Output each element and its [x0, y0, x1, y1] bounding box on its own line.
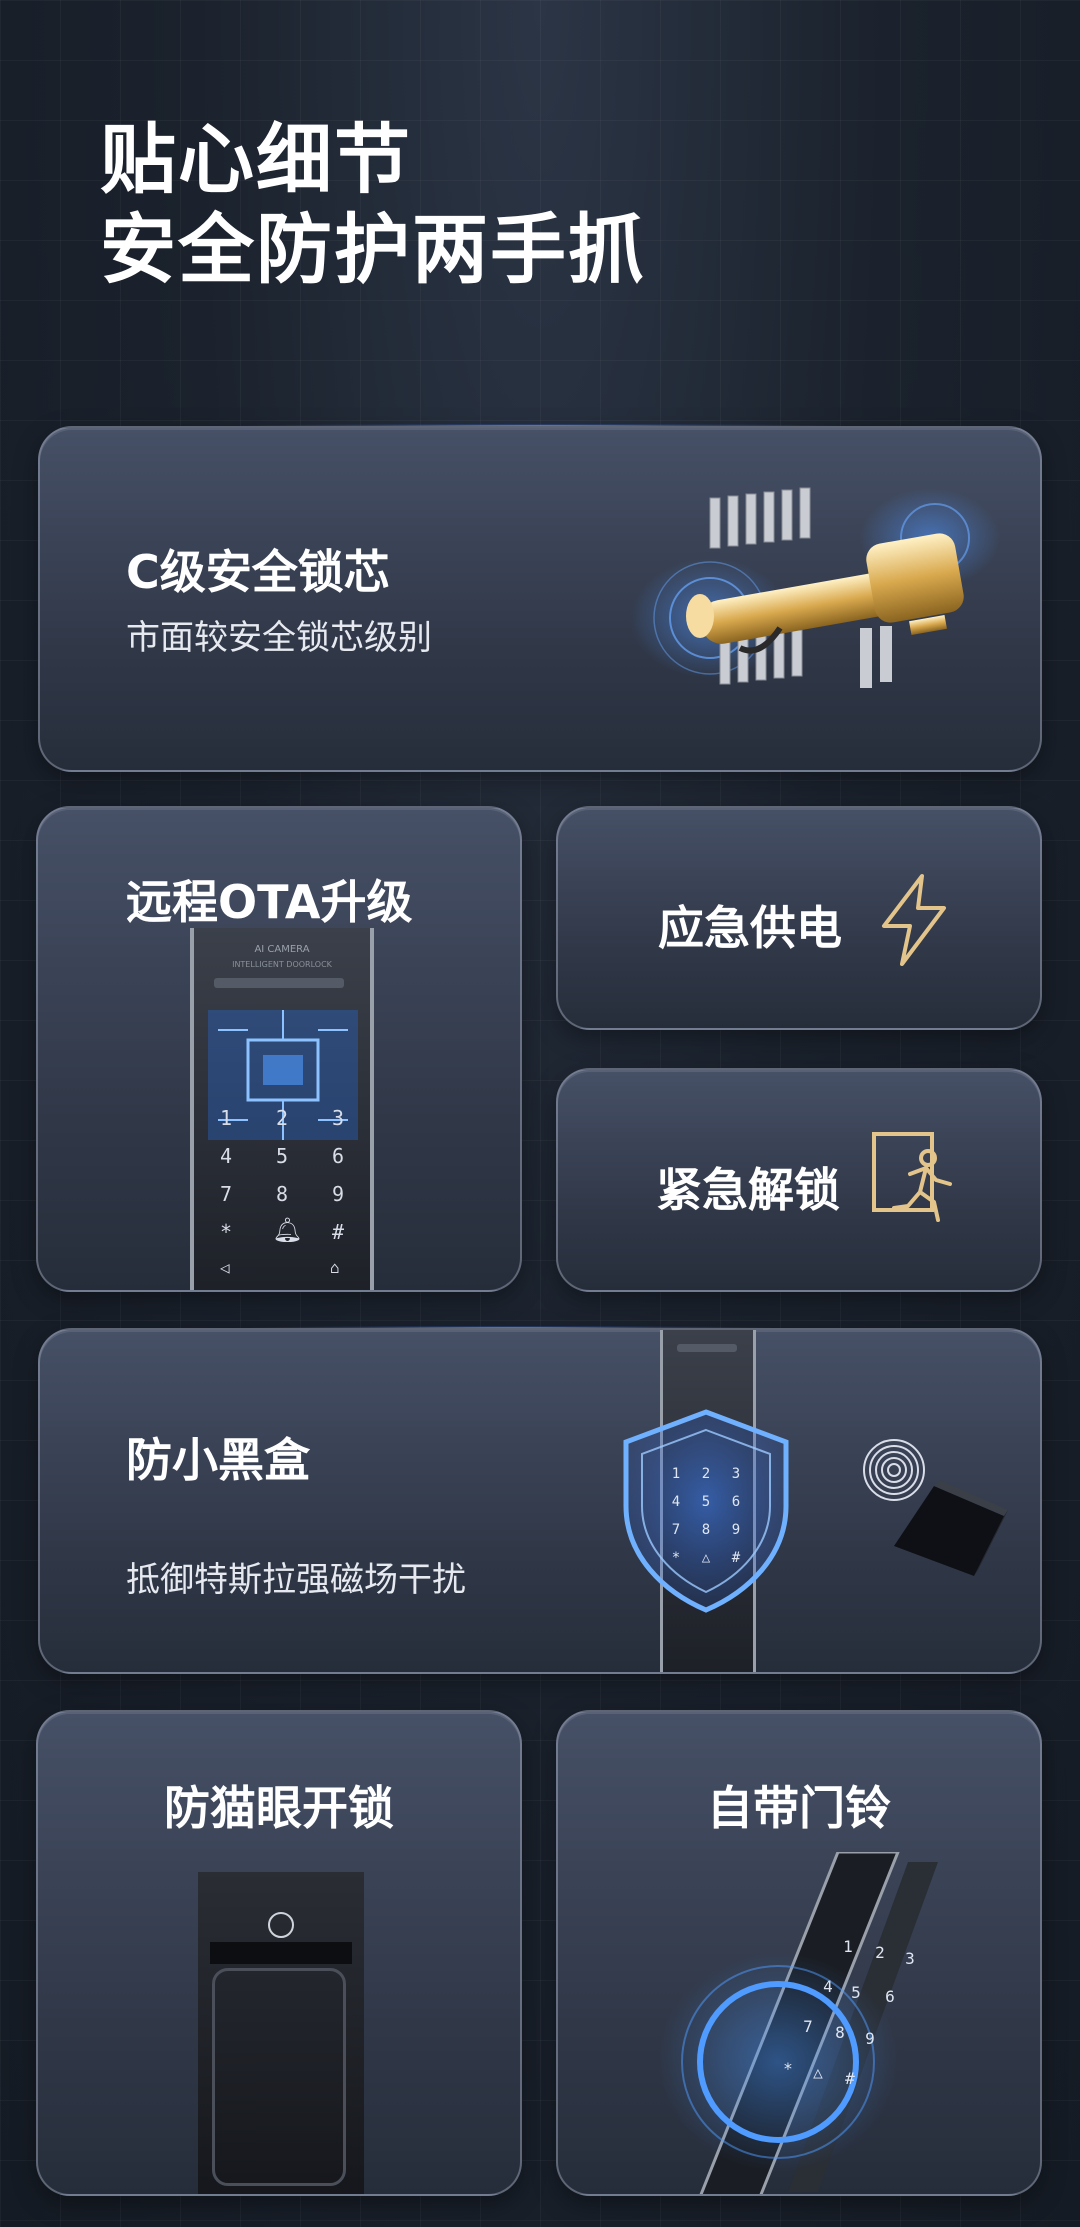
card-anti-peephole-title: 防猫眼开锁 — [164, 1781, 394, 1835]
keypad-key: 6 — [332, 1144, 345, 1168]
svg-text:△: △ — [813, 2063, 823, 2082]
svg-text:5: 5 — [851, 1983, 861, 2002]
svg-text:2: 2 — [702, 1466, 710, 1482]
svg-text:#: # — [845, 2069, 855, 2088]
svg-text:4: 4 — [672, 1494, 680, 1510]
card-emergency-power: 应急供电 — [556, 806, 1042, 1030]
brand-sub: INTELLIGENT DOORLOCK — [232, 960, 332, 969]
keypad-key: 3 — [332, 1106, 345, 1130]
keypad-key: 1 — [220, 1106, 233, 1130]
keypad-key: # — [332, 1220, 345, 1244]
doorbell-icon: 1 2 3 45 6 7 8 9 * △ # — [658, 1852, 938, 2194]
svg-text:7: 7 — [803, 2017, 813, 2036]
brand-text: AI CAMERA — [254, 944, 310, 955]
svg-text:1: 1 — [672, 1466, 680, 1482]
camera-strip — [214, 978, 344, 988]
keypad-key: 5 — [276, 1144, 289, 1168]
keypad-key: 4 — [220, 1144, 233, 1168]
peephole-icon — [268, 1912, 294, 1938]
card-lock-core-title: C级安全锁芯 — [126, 545, 390, 599]
keypad-key: * — [220, 1220, 233, 1244]
svg-text:△: △ — [702, 1550, 711, 1566]
door-handle — [198, 1872, 364, 2194]
escape-exit-icon — [872, 1132, 952, 1222]
lock-panel: AI CAMERA INTELLIGENT DOORLOCK 1 2 3 4 5… — [190, 928, 374, 1290]
card-ota: 远程OTA升级 AI CAMERA INTELLIGENT DOORLOCK 1… — [36, 806, 522, 1292]
handle-grip — [212, 1968, 346, 2186]
card-emergency-unlock-title: 紧急解锁 — [656, 1163, 840, 1217]
svg-text:3: 3 — [905, 1949, 915, 1968]
card-emergency-power-title: 应急供电 — [658, 901, 842, 955]
svg-text:1: 1 — [843, 1937, 853, 1956]
svg-text:*: * — [783, 2059, 793, 2078]
card-lock-core-subtitle: 市面较安全锁芯级别 — [126, 618, 432, 658]
card-anti-blackbox-subtitle: 抵御特斯拉强磁场干扰 — [126, 1560, 466, 1600]
lock-cylinder-icon — [630, 487, 1000, 688]
card-anti-blackbox: 防小黑盒 抵御特斯拉强磁场干扰 1 2 3 4 5 6 7 8 9 * △ # — [38, 1328, 1042, 1674]
svg-text:*: * — [672, 1550, 680, 1566]
svg-text:8: 8 — [702, 1522, 710, 1538]
card-anti-blackbox-title: 防小黑盒 — [126, 1433, 310, 1487]
card-lock-core: C级安全锁芯 市面较安全锁芯级别 — [38, 426, 1042, 772]
page-title-line2: 安全防护两手抓 — [100, 205, 646, 294]
svg-text:6: 6 — [732, 1494, 740, 1510]
speaker-icon: ◁ — [220, 1258, 230, 1277]
svg-text:9: 9 — [865, 2029, 875, 2048]
lightning-icon — [882, 874, 946, 966]
bell-icon: 🔔︎ — [272, 1216, 303, 1244]
svg-text:6: 6 — [885, 1987, 895, 2006]
card-anti-peephole: 防猫眼开锁 — [36, 1710, 522, 2196]
svg-text:9: 9 — [732, 1522, 740, 1538]
svg-text:#: # — [732, 1550, 741, 1566]
keypad-key: 7 — [220, 1182, 233, 1206]
svg-text:8: 8 — [835, 2023, 845, 2042]
svg-text:7: 7 — [672, 1522, 680, 1538]
keypad-key: 2 — [276, 1106, 289, 1130]
keypad-key: 9 — [332, 1182, 345, 1206]
svg-text:3: 3 — [732, 1466, 740, 1482]
card-ota-title: 远程OTA升级 — [126, 875, 413, 929]
handle-gap — [210, 1942, 352, 1964]
card-doorbell-title: 自带门铃 — [707, 1781, 891, 1835]
card-doorbell: 自带门铃 1 2 3 45 6 7 8 9 * △ # — [556, 1710, 1042, 2196]
page-title-line1: 贴心细节 — [100, 115, 412, 204]
svg-text:2: 2 — [875, 1943, 885, 1962]
lock-icon: ⌂ — [330, 1258, 340, 1277]
keypad-key: 8 — [276, 1182, 289, 1206]
camera-strip — [677, 1344, 737, 1352]
card-emergency-unlock: 紧急解锁 — [556, 1068, 1042, 1292]
magnet-coil-icon — [863, 1439, 1008, 1576]
svg-text:4: 4 — [823, 1977, 833, 1996]
shield-icon: 1 2 3 4 5 6 7 8 9 * △ # — [623, 1409, 789, 1613]
svg-text:5: 5 — [702, 1494, 710, 1510]
